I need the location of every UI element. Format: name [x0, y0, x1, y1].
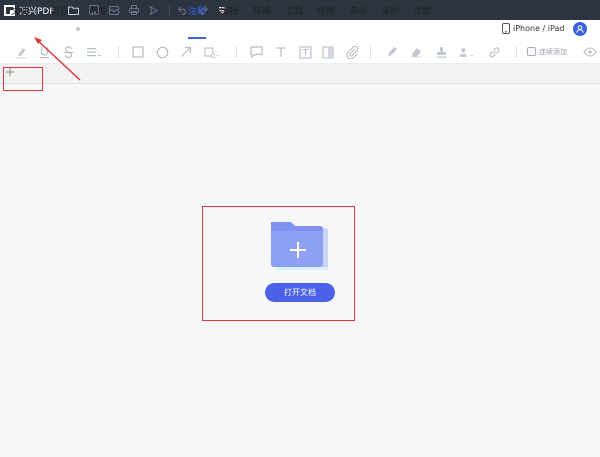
device-sync-label[interactable]: iPhone / iPad: [513, 24, 564, 33]
shape-more-icon[interactable]: [204, 44, 220, 60]
menu-file[interactable]: 文件: [11, 4, 29, 17]
tab-protect[interactable]: 保护: [381, 4, 399, 17]
textbox-icon[interactable]: [297, 44, 313, 60]
link-icon[interactable]: [486, 44, 502, 60]
strikethrough-icon[interactable]: [60, 44, 76, 60]
toolbar-divider: [118, 46, 119, 58]
menu-bar: [0, 20, 600, 40]
tab-convert[interactable]: 转换: [253, 4, 271, 17]
tab-edit[interactable]: 编辑: [220, 4, 238, 17]
underline-icon[interactable]: [36, 44, 52, 60]
tab-view[interactable]: 视图: [317, 4, 335, 17]
print-icon[interactable]: [127, 3, 141, 17]
comment-icon[interactable]: [248, 44, 264, 60]
arrow-icon[interactable]: [178, 44, 194, 60]
active-tab-indicator: [188, 37, 206, 39]
attachment-icon[interactable]: [344, 44, 360, 60]
sticky-note-icon[interactable]: [320, 44, 336, 60]
eraser-icon[interactable]: [408, 44, 424, 60]
circle-icon[interactable]: [154, 44, 170, 60]
toolbar-divider: [516, 46, 517, 58]
menu-help[interactable]: 帮助: [89, 4, 107, 17]
tab-page[interactable]: 页面: [413, 4, 431, 17]
pen-icon[interactable]: [384, 44, 400, 60]
tab-form[interactable]: 表单: [349, 4, 367, 17]
tab-annotate[interactable]: 注释: [188, 4, 206, 17]
titlebar-divider: [168, 5, 170, 15]
annotation-highlight-new-tab: [3, 67, 43, 91]
continuous-add-checkbox[interactable]: [527, 47, 536, 56]
menu-home[interactable]: 首页: [51, 4, 69, 17]
toolbar-divider: [370, 46, 371, 58]
user-avatar-icon[interactable]: [573, 22, 587, 36]
text-icon[interactable]: [273, 44, 289, 60]
home-dropdown-icon[interactable]: [76, 27, 80, 31]
eye-icon[interactable]: [582, 44, 598, 60]
tab-tools[interactable]: 工具: [285, 4, 303, 17]
phone-icon[interactable]: [502, 23, 510, 37]
continuous-add-label[interactable]: 连续添加: [539, 47, 567, 57]
annotation-highlight-open-area: [202, 206, 355, 321]
signature-icon[interactable]: [458, 44, 474, 60]
toolbar-divider: [236, 46, 237, 58]
mail-icon[interactable]: [107, 3, 121, 17]
highlight-icon[interactable]: [13, 44, 29, 60]
document-tab-strip: [0, 64, 600, 84]
list-icon[interactable]: [86, 44, 102, 60]
rectangle-icon[interactable]: [130, 44, 146, 60]
stamp-icon[interactable]: [433, 44, 449, 60]
share-icon[interactable]: [147, 3, 161, 17]
